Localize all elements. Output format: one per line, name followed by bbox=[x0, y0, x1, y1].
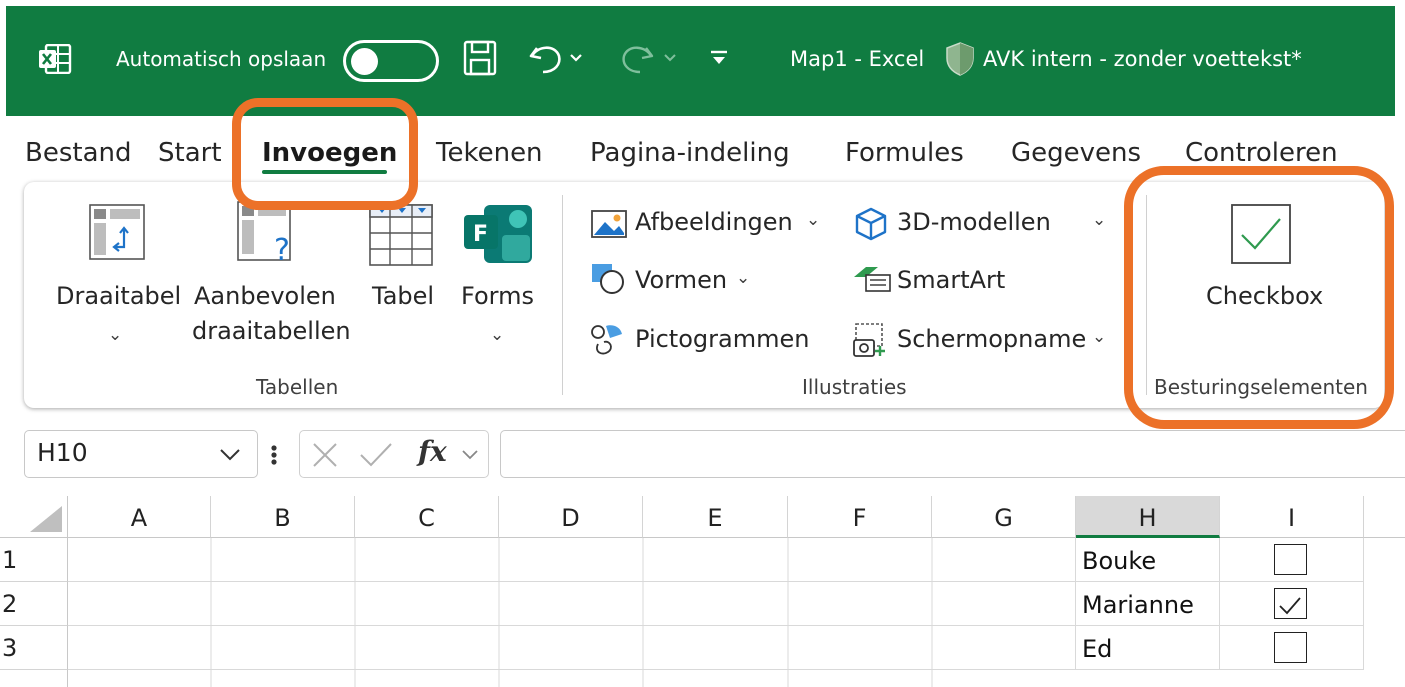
shapes-icon[interactable] bbox=[590, 262, 628, 296]
row-checkbox[interactable] bbox=[1274, 588, 1307, 619]
title-bar: Automatisch opslaan Map1 - Excel AVK int… bbox=[0, 0, 1405, 116]
save-icon[interactable] bbox=[463, 40, 497, 76]
more-options-icon[interactable] bbox=[270, 442, 278, 468]
cell-i1[interactable] bbox=[1220, 538, 1364, 582]
icons-icon[interactable] bbox=[588, 322, 626, 358]
select-all-button[interactable] bbox=[0, 496, 68, 538]
row-header-3[interactable]: 3 bbox=[0, 626, 68, 670]
formula-input[interactable] bbox=[500, 430, 1405, 478]
tab-formules[interactable]: Formules bbox=[845, 136, 964, 170]
highlight-invoegen-tab bbox=[232, 98, 418, 210]
check-icon bbox=[1279, 597, 1301, 615]
group-separator bbox=[562, 195, 563, 395]
row-checkbox[interactable] bbox=[1274, 544, 1307, 575]
forms-icon[interactable]: F bbox=[462, 203, 534, 265]
cell-h3[interactable]: Ed bbox=[1076, 626, 1220, 670]
pictogrammen-label[interactable]: Pictogrammen bbox=[635, 322, 809, 356]
group-label-illustraties: Illustraties bbox=[802, 375, 907, 399]
select-all-triangle-icon bbox=[30, 506, 62, 532]
undo-dropdown-icon[interactable] bbox=[569, 52, 583, 64]
row-header-1[interactable]: 1 bbox=[0, 538, 68, 582]
formula-buttons: fx bbox=[299, 430, 489, 478]
3d-modellen-label[interactable]: 3D-modellen bbox=[897, 205, 1051, 239]
schermopname-label[interactable]: Schermopname bbox=[897, 322, 1086, 356]
smartart-icon[interactable] bbox=[852, 265, 892, 293]
smartart-label[interactable]: SmartArt bbox=[897, 263, 1005, 297]
chevron-down-icon[interactable]: ⌄ bbox=[736, 261, 750, 295]
column-header-c[interactable]: C bbox=[355, 496, 499, 538]
chevron-down-icon[interactable] bbox=[219, 448, 241, 462]
tab-start[interactable]: Start bbox=[158, 136, 222, 170]
undo-icon[interactable] bbox=[527, 40, 565, 78]
shield-icon[interactable] bbox=[944, 41, 976, 77]
tab-pagina-indeling[interactable]: Pagina-indeling bbox=[590, 136, 790, 170]
tab-controleren[interactable]: Controleren bbox=[1185, 136, 1338, 170]
chevron-down-icon[interactable]: ⌄ bbox=[806, 203, 820, 237]
grid-lines bbox=[210, 538, 933, 687]
tab-bestand[interactable]: Bestand bbox=[25, 136, 132, 170]
row-checkbox[interactable] bbox=[1274, 632, 1307, 663]
tab-tekenen[interactable]: Tekenen bbox=[436, 136, 543, 170]
chevron-down-icon[interactable] bbox=[461, 449, 479, 461]
forms-label: Forms bbox=[461, 282, 534, 310]
insert-function-button[interactable]: fx bbox=[418, 435, 447, 468]
images-icon[interactable] bbox=[590, 209, 628, 239]
column-header-e[interactable]: E bbox=[643, 496, 788, 538]
spreadsheet-grid: A B C D E F G H I 1 Bouke 2 Marianne 3 E… bbox=[0, 496, 1405, 687]
enter-icon[interactable] bbox=[358, 441, 394, 469]
cancel-icon[interactable] bbox=[310, 441, 340, 469]
chevron-down-icon[interactable]: ⌄ bbox=[1092, 320, 1106, 354]
cell-h1[interactable]: Bouke bbox=[1076, 538, 1220, 582]
chevron-down-icon[interactable]: ⌄ bbox=[1092, 203, 1106, 237]
chevron-down-icon[interactable]: ⌄ bbox=[490, 318, 504, 352]
column-header-h[interactable]: H bbox=[1076, 496, 1220, 538]
autosave-toggle[interactable] bbox=[343, 40, 439, 82]
cell-h2[interactable]: Marianne bbox=[1076, 582, 1220, 626]
screenshot-icon[interactable] bbox=[852, 322, 890, 358]
draaitabel-label: Draaitabel bbox=[56, 282, 182, 310]
sensitivity-label[interactable]: AVK intern - zonder voettekst* bbox=[983, 44, 1302, 74]
column-header-a[interactable]: A bbox=[68, 496, 211, 538]
3d-models-icon[interactable] bbox=[853, 206, 889, 242]
aanbevolen-label-line2: draaitabellen bbox=[192, 317, 351, 345]
highlight-checkbox-group bbox=[1124, 166, 1394, 429]
document-title: Map1 - Excel bbox=[790, 47, 925, 71]
column-header-next[interactable] bbox=[1364, 496, 1405, 538]
tabel-label: Tabel bbox=[372, 282, 435, 310]
name-box-value: H10 bbox=[37, 438, 88, 467]
cell-i2[interactable] bbox=[1220, 582, 1364, 626]
name-box[interactable]: H10 bbox=[24, 430, 258, 478]
afbeeldingen-label[interactable]: Afbeeldingen bbox=[635, 205, 793, 239]
svg-text:?: ? bbox=[274, 233, 290, 264]
redo-icon[interactable] bbox=[618, 40, 656, 78]
table-icon[interactable] bbox=[368, 203, 434, 267]
column-header-f[interactable]: F bbox=[788, 496, 932, 538]
pivot-table-icon bbox=[89, 204, 145, 260]
chevron-down-icon[interactable]: ⌄ bbox=[108, 318, 122, 352]
excel-icon[interactable] bbox=[38, 44, 72, 74]
svg-text:F: F bbox=[473, 222, 488, 247]
column-header-b[interactable]: B bbox=[211, 496, 355, 538]
column-header-d[interactable]: D bbox=[499, 496, 643, 538]
aanbevolen-label-line1: Aanbevolen bbox=[194, 282, 336, 310]
autosave-label: Automatisch opslaan bbox=[116, 47, 327, 71]
vormen-label[interactable]: Vormen bbox=[635, 263, 727, 297]
redo-dropdown-icon[interactable] bbox=[663, 52, 677, 64]
row-header-2[interactable]: 2 bbox=[0, 582, 68, 626]
toggle-knob bbox=[351, 48, 378, 75]
group-label-tabellen: Tabellen bbox=[256, 375, 339, 399]
row-header-4[interactable] bbox=[0, 670, 68, 687]
customize-toolbar-icon[interactable] bbox=[708, 48, 730, 68]
cell-i3[interactable] bbox=[1220, 626, 1364, 670]
column-header-i[interactable]: I bbox=[1220, 496, 1364, 538]
column-header-g[interactable]: G bbox=[932, 496, 1076, 538]
tab-gegevens[interactable]: Gegevens bbox=[1011, 136, 1141, 170]
